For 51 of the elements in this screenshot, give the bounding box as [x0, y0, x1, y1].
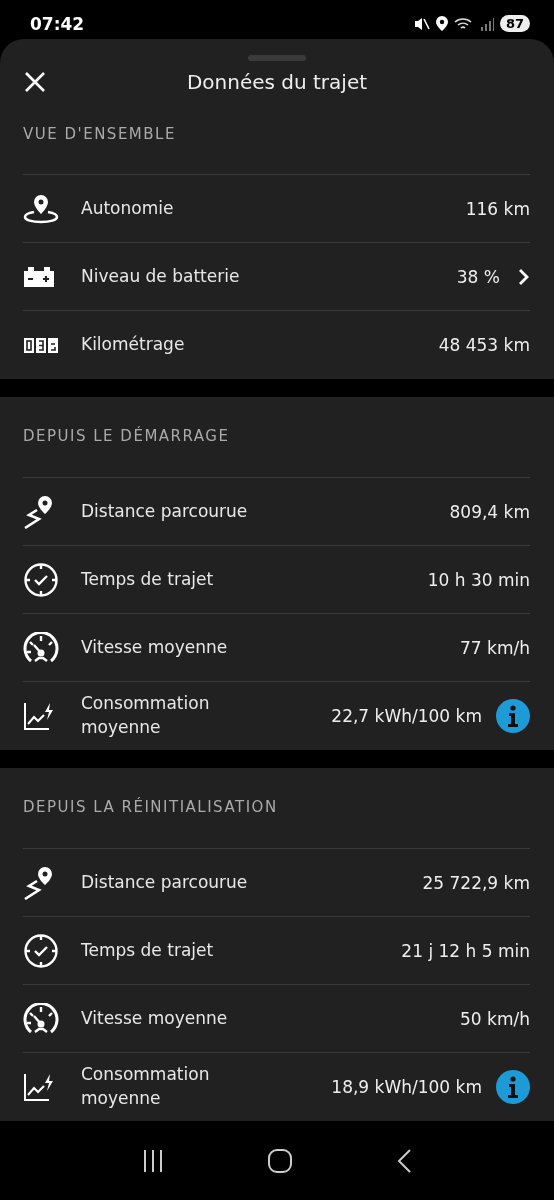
- row-value: 50 km/h: [460, 1008, 530, 1029]
- row-value: 21 j 12 h 5 min: [401, 940, 530, 961]
- home-icon[interactable]: [267, 1147, 293, 1174]
- route-pin-icon: [23, 865, 55, 900]
- close-button[interactable]: [24, 71, 46, 93]
- row-value: 809,4 km: [449, 501, 530, 522]
- mute-icon: [413, 16, 430, 31]
- info-icon[interactable]: [496, 1070, 530, 1104]
- section-heading: DEPUIS LA RÉINITIALISATION: [23, 768, 530, 849]
- status-time: 07:42: [30, 13, 85, 34]
- row-label: Kilométrage: [81, 333, 186, 357]
- drag-handle[interactable]: [248, 55, 306, 61]
- info-icon[interactable]: [496, 699, 530, 733]
- back-icon[interactable]: [396, 1147, 413, 1174]
- clock-icon: [23, 932, 59, 969]
- row-label: Consommation moyenne: [81, 692, 211, 739]
- chevron-right-icon[interactable]: [518, 267, 530, 286]
- row-label: Temps de trajet: [81, 938, 215, 962]
- location-pin-icon: [23, 192, 59, 225]
- row-label: Vitesse moyenne: [81, 1006, 229, 1030]
- speedometer-icon: [23, 631, 59, 664]
- row-label: Temps de trajet: [81, 567, 215, 591]
- row-label: Niveau de batterie: [81, 264, 241, 288]
- row-value: 48 453 km: [438, 335, 530, 355]
- battery-level: 87: [499, 15, 530, 32]
- location-icon: [435, 16, 448, 31]
- row-label: Autonomie: [81, 196, 175, 220]
- signal-icon: [479, 16, 494, 31]
- row-label: Consommation moyenne: [81, 1063, 211, 1110]
- odometer-icon: [23, 336, 59, 354]
- row-value: 77 km/h: [460, 637, 530, 658]
- row-value: 25 722,9 km: [422, 872, 530, 893]
- wifi-icon: [453, 16, 474, 31]
- route-pin-icon: [23, 494, 55, 529]
- section-heading: VUE D'ENSEMBLE: [23, 117, 530, 175]
- speedometer-icon: [23, 1002, 59, 1035]
- line-chart-icon: [23, 1072, 55, 1102]
- row-value: 22,7 kWh/100 km: [331, 706, 482, 726]
- battery-icon: [23, 265, 55, 288]
- row-value: 18,9 kWh/100 km: [331, 1077, 482, 1097]
- sheet-title: Données du trajet: [186, 70, 368, 94]
- recent-apps-icon[interactable]: [141, 1148, 164, 1173]
- row-value: 38 %: [456, 266, 500, 287]
- row-label: Distance parcourue: [81, 870, 249, 894]
- clock-icon: [23, 561, 59, 598]
- row-label: Distance parcourue: [81, 499, 249, 523]
- row-label: Vitesse moyenne: [81, 635, 229, 659]
- row-value: 116 km: [465, 198, 530, 219]
- line-chart-icon: [23, 701, 55, 731]
- section-heading: DEPUIS LE DÉMARRAGE: [23, 397, 530, 478]
- row-value: 10 h 30 min: [427, 569, 530, 590]
